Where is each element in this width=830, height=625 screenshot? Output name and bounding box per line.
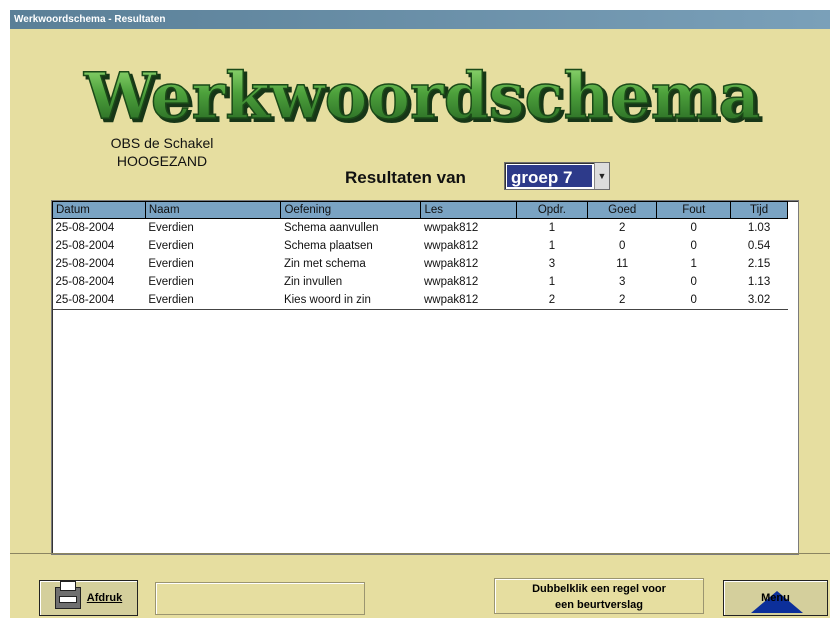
cell-les: wwpak812 xyxy=(420,291,517,310)
cell-naam: Everdien xyxy=(148,276,194,288)
cell-naam: Everdien xyxy=(148,258,194,270)
cell-opdr: 3 xyxy=(548,258,556,270)
window-title: Werkwoordschema - Resultaten xyxy=(10,10,830,29)
cell-oefening: Zin met schema xyxy=(283,258,366,270)
column-header-les[interactable]: Les xyxy=(420,201,517,219)
hint-line-2: een beurtverslag xyxy=(554,599,644,611)
cell-fout: 0 xyxy=(690,276,697,288)
cell-les: wwpak812 xyxy=(423,240,479,252)
school-name: OBS de Schakel xyxy=(110,135,214,151)
table-header-row: Datum Naam Oefening Les Opdr. Goed Fout … xyxy=(52,201,788,219)
group-select-value[interactable]: groep 7 xyxy=(507,165,592,187)
cell-les: wwpak812 xyxy=(423,276,479,288)
cell-tijd: 1.13 xyxy=(747,276,771,288)
printer-icon xyxy=(54,581,81,609)
results-table[interactable]: Datum Naam Oefening Les Opdr. Goed Fout … xyxy=(51,200,799,555)
cell-opdr: 1 xyxy=(548,276,556,288)
cell-goed: 2 xyxy=(587,291,657,310)
column-header-tijd[interactable]: Tijd xyxy=(730,201,788,219)
table-row[interactable]: 25-08-2004 Everdien Zin met schema wwpak… xyxy=(53,255,788,273)
cell-opdr: 1 xyxy=(548,240,556,252)
table-row[interactable]: 25-08-2004 Everdien Kies woord in zin ww… xyxy=(52,291,788,310)
cell-goed: 0 xyxy=(619,240,626,252)
group-select[interactable]: groep 7 ▼ xyxy=(504,162,610,190)
print-button-label: Afdruk xyxy=(86,592,123,604)
cell-oefening: Zin invullen xyxy=(283,276,343,288)
print-button[interactable]: Afdruk xyxy=(39,580,138,616)
hint-panel: Dubbelklik een regel voor een beurtversl… xyxy=(494,578,704,614)
results-label: Resultaten van xyxy=(345,168,466,187)
cell-datum: 25-08-2004 xyxy=(55,276,115,288)
dropdown-arrow-icon[interactable]: ▼ xyxy=(594,163,609,189)
cell-les: wwpak812 xyxy=(423,258,479,270)
app-logo: Werkwoordschema Werkwoordschema xyxy=(10,50,830,140)
cell-naam: Everdien xyxy=(148,240,194,252)
column-header-fout[interactable]: Fout xyxy=(656,201,732,219)
cell-goed: 2 xyxy=(619,222,626,234)
cell-datum: 25-08-2004 xyxy=(55,240,115,252)
column-header-goed[interactable]: Goed xyxy=(587,201,658,219)
cell-opdr: 1 xyxy=(548,222,556,234)
cell-tijd: 0.54 xyxy=(747,240,771,252)
cell-opdr: 2 xyxy=(516,291,588,310)
cell-oefening: Schema aanvullen xyxy=(283,222,379,234)
cell-tijd: 1.03 xyxy=(747,222,771,234)
cell-goed: 11 xyxy=(616,258,629,270)
cell-tijd: 2.15 xyxy=(747,258,771,270)
cell-naam: Everdien xyxy=(148,222,194,234)
column-header-oefening[interactable]: Oefening xyxy=(280,201,422,219)
menu-button-label: Menu xyxy=(761,592,790,604)
cell-les: wwpak812 xyxy=(423,222,479,234)
cell-fout: 1 xyxy=(690,258,697,270)
hint-line-1: Dubbelklik een regel voor xyxy=(532,583,666,595)
cell-fout: 0 xyxy=(656,291,731,310)
results-window: Werkwoordschema - Resultaten Werkwoordsc… xyxy=(10,10,830,618)
cell-datum: 25-08-2004 xyxy=(52,291,146,310)
column-header-opdr[interactable]: Opdr. xyxy=(515,201,589,219)
cell-tijd: 3.02 xyxy=(730,291,788,310)
cell-datum: 25-08-2004 xyxy=(55,258,115,270)
status-panel xyxy=(155,582,365,615)
cell-datum: 25-08-2004 xyxy=(55,222,115,234)
footer-bar: Afdruk Dubbelklik een regel voor een beu… xyxy=(10,553,830,619)
cell-fout: 0 xyxy=(690,222,697,234)
cell-oefening: Kies woord in zin xyxy=(280,291,421,310)
table-row[interactable]: 25-08-2004 Everdien Schema aanvullen wwp… xyxy=(53,219,788,238)
school-city: HOOGEZAND xyxy=(116,153,208,169)
menu-button[interactable]: Menu xyxy=(723,580,828,616)
cell-oefening: Schema plaatsen xyxy=(283,240,373,252)
table-row[interactable]: 25-08-2004 Everdien Zin invullen wwpak81… xyxy=(53,273,788,291)
logo-text-front: Werkwoordschema xyxy=(83,59,760,134)
column-header-datum[interactable]: Datum xyxy=(52,201,146,219)
table-row[interactable]: 25-08-2004 Everdien Schema plaatsen wwpa… xyxy=(53,237,788,255)
cell-fout: 0 xyxy=(690,240,697,252)
cell-goed: 3 xyxy=(619,276,626,288)
school-info: OBS de Schakel HOOGEZAND xyxy=(82,134,242,170)
column-header-naam[interactable]: Naam xyxy=(144,201,282,219)
cell-naam: Everdien xyxy=(145,291,281,310)
